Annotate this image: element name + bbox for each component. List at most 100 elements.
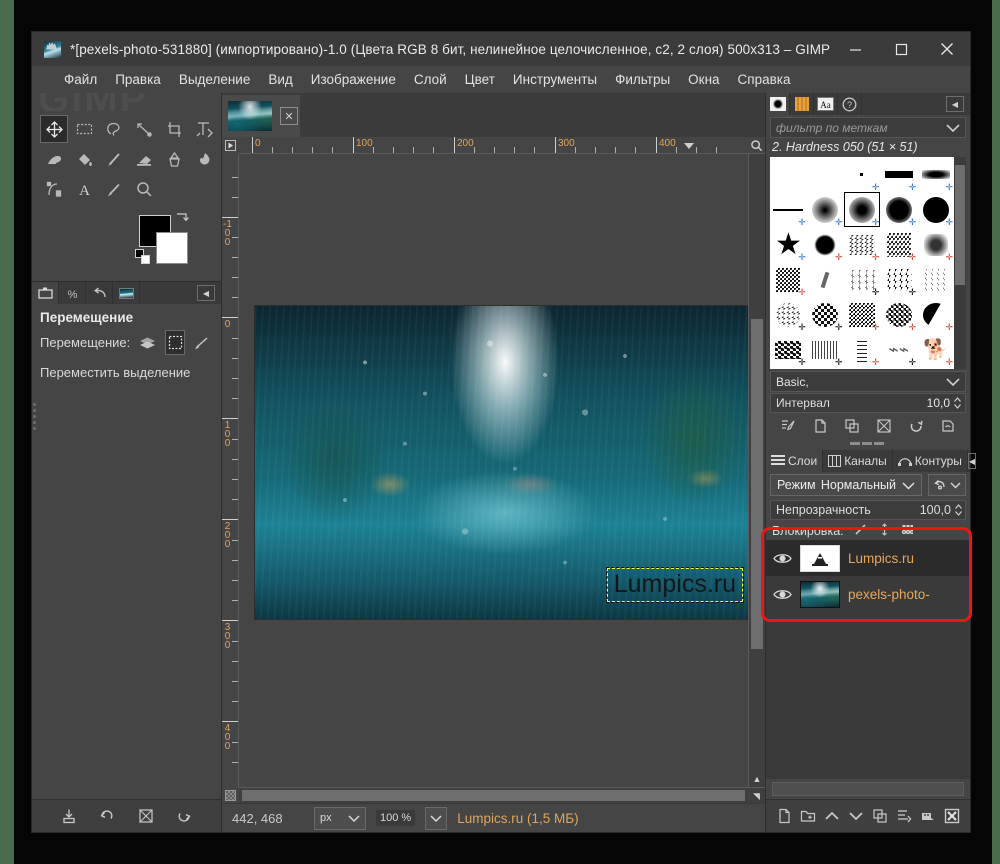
menu-item-tools[interactable]: Инструменты (513, 72, 597, 87)
crop-tool[interactable] (160, 115, 188, 143)
layer-visibility-icon[interactable] (772, 552, 792, 565)
smudge-tool[interactable] (190, 145, 218, 173)
brush-grid[interactable]: ✛ ✛ ✛ ✛ ✛ ✛ ✛ ✛ ★ ✛ ✛ ✛ ✛ ✛ ✛ ✛ ✛ ✛ ✛ ✛ … (770, 157, 954, 369)
menu-item-view[interactable]: Вид (268, 72, 292, 87)
tab-paths[interactable]: Контуры (893, 450, 968, 472)
image-content[interactable]: Lumpics.ru (255, 306, 748, 619)
brush-cell[interactable]: ✛ (917, 192, 954, 227)
reset-colors-icon[interactable] (135, 249, 151, 265)
brushes-icon[interactable] (766, 93, 790, 115)
horizontal-ruler[interactable]: 0 100 200 300 400 (239, 137, 765, 154)
brush-cell[interactable]: ✛ (844, 262, 881, 297)
brush-cell[interactable]: ✛ (770, 192, 807, 227)
unit-select[interactable]: px (314, 806, 366, 830)
brush-cell[interactable]: ✛ (807, 227, 844, 262)
maximize-button[interactable] (878, 32, 924, 66)
layer-opacity-field[interactable]: Непрозрачность 100,0 (770, 500, 966, 520)
patterns-icon[interactable] (790, 93, 814, 115)
color-picker-tool[interactable] (100, 175, 128, 203)
move-selection-icon[interactable] (164, 330, 186, 355)
layer-item-text[interactable]: Lumpics.ru (766, 540, 970, 576)
paths-tool[interactable] (40, 175, 68, 203)
restore-tool-preset-icon[interactable] (96, 805, 118, 827)
brush-cell[interactable]: ★ ✛ (770, 227, 807, 262)
delete-brush-icon[interactable] (873, 416, 895, 436)
horizontal-scrollbar-thumb[interactable] (242, 790, 745, 801)
panel-menu-icon[interactable]: ◀ (967, 453, 977, 469)
save-tool-preset-icon[interactable] (58, 805, 80, 827)
close-button[interactable] (924, 32, 970, 66)
menu-item-file[interactable]: Файл (64, 72, 97, 87)
move-path-icon[interactable] (192, 330, 213, 355)
refresh-brushes-icon[interactable] (905, 416, 927, 436)
menu-item-help[interactable]: Справка (738, 72, 791, 87)
dock-grip[interactable] (32, 400, 37, 436)
brush-cell[interactable]: ✛ (807, 332, 844, 367)
panel-menu-icon[interactable]: ◀ (197, 285, 215, 301)
paintbrush-tool[interactable] (100, 145, 128, 173)
brush-spacing-field[interactable]: Интервал 10,0 (770, 393, 966, 413)
delete-tool-preset-icon[interactable] (135, 805, 157, 827)
eraser-tool[interactable] (130, 145, 158, 173)
brush-cell[interactable]: ✛ (770, 332, 807, 367)
layer-mode-switch-icon[interactable] (928, 474, 966, 496)
zoom-tool[interactable] (130, 175, 158, 203)
text-tool[interactable]: A (70, 175, 98, 203)
brush-cell[interactable]: ✛ (807, 297, 844, 332)
brush-cell[interactable]: ✛ (844, 157, 881, 192)
images-tab[interactable] (113, 282, 140, 304)
zoom-select[interactable] (425, 806, 448, 830)
brush-cell[interactable]: ✛ (770, 297, 807, 332)
device-status-tab[interactable]: % (59, 282, 86, 304)
brush-cell[interactable] (917, 262, 954, 297)
brush-cell[interactable]: 🐕 ✛ (917, 332, 954, 367)
fonts-icon[interactable]: Aa (814, 93, 838, 115)
layer-mode-select[interactable]: Режим Нормальный (770, 474, 922, 496)
lock-alpha-icon[interactable] (901, 523, 914, 539)
merge-down-icon[interactable] (917, 805, 939, 827)
menu-item-filters[interactable]: Фильтры (615, 72, 670, 87)
move-layer-icon[interactable] (137, 330, 158, 355)
lock-pixels-icon[interactable] (854, 523, 868, 539)
zoom-image-icon[interactable] (748, 137, 765, 153)
brush-cell[interactable]: ✛ (807, 192, 844, 227)
layers-horizontal-scrollbar[interactable] (772, 782, 964, 796)
new-brush-icon[interactable] (809, 416, 831, 436)
menu-item-windows[interactable]: Окна (688, 72, 719, 87)
edit-brush-icon[interactable] (777, 416, 799, 436)
lock-position-icon[interactable] (878, 523, 891, 539)
brush-cell[interactable]: ✛ (844, 297, 881, 332)
delete-layer-icon[interactable] (941, 805, 963, 827)
brush-cell[interactable] (770, 157, 807, 192)
rectangle-select-tool[interactable] (70, 115, 98, 143)
new-layer-group-icon[interactable] (797, 805, 819, 827)
brush-cell-selected[interactable]: ✛ (844, 192, 881, 227)
text-layer-selection[interactable]: Lumpics.ru (605, 567, 745, 603)
close-icon[interactable]: ✕ (280, 107, 298, 125)
vertical-ruler[interactable]: -100 0 100 200 300 400 (222, 154, 239, 787)
brush-cell[interactable]: ✛ (880, 192, 917, 227)
background-color-swatch[interactable] (156, 232, 188, 264)
move-tool[interactable] (40, 115, 68, 143)
brush-cell[interactable]: ✛ (880, 297, 917, 332)
brush-cell[interactable] (807, 262, 844, 297)
layer-visibility-icon[interactable] (772, 588, 792, 601)
lower-layer-icon[interactable] (845, 805, 867, 827)
brush-cell[interactable]: ✛ (880, 227, 917, 262)
brush-cell[interactable]: ✛ (880, 157, 917, 192)
brush-tag-select[interactable]: Basic, (770, 371, 966, 392)
brush-cell[interactable]: ✛ (917, 297, 954, 332)
panel-menu-icon[interactable]: ◀ (946, 96, 964, 112)
brush-cell[interactable]: ✛ (844, 227, 881, 262)
menu-item-select[interactable]: Выделение (179, 72, 251, 87)
undo-history-tab[interactable] (86, 282, 113, 304)
zoom-value[interactable]: 100 % (376, 810, 416, 826)
brush-cell[interactable] (807, 157, 844, 192)
free-select-tool[interactable] (100, 115, 128, 143)
duplicate-brush-icon[interactable] (841, 416, 863, 436)
brush-cell[interactable]: ✛ (770, 262, 807, 297)
menu-item-colors[interactable]: Цвет (465, 72, 495, 87)
duplicate-layer-icon[interactable] (869, 805, 891, 827)
dock-separator[interactable]: ▬▬▬ (766, 438, 970, 450)
brush-tag-filter[interactable]: фильтр по меткам (770, 117, 966, 138)
